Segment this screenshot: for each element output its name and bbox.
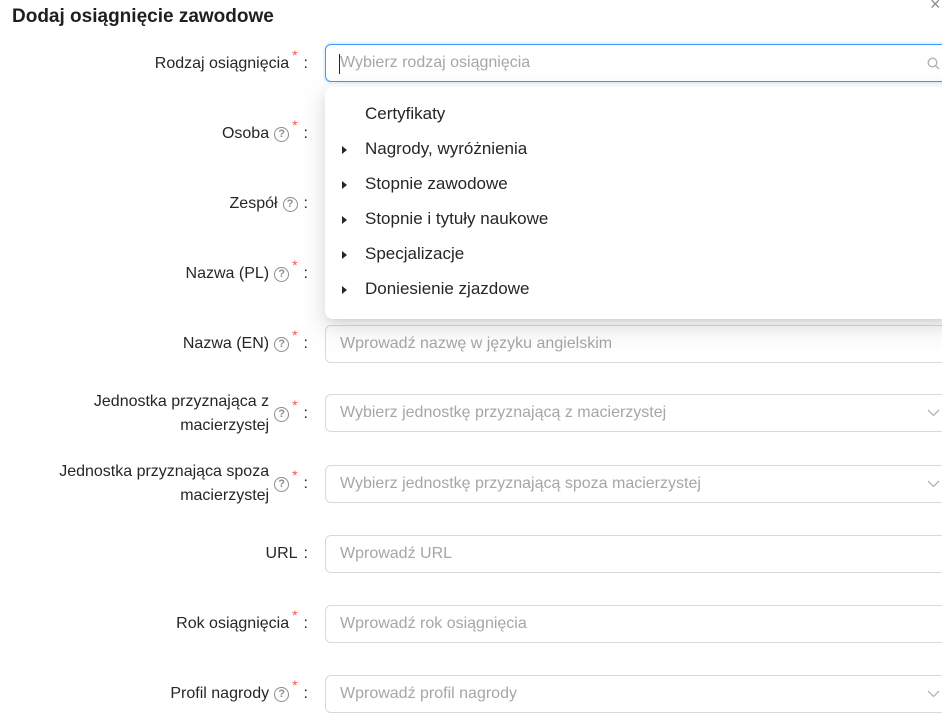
tree-option-label: Specjalizacje <box>365 244 465 263</box>
name-en-input[interactable] <box>326 334 902 354</box>
help-icon[interactable]: ? <box>274 686 290 702</box>
url-field[interactable] <box>325 535 942 573</box>
help-icon[interactable]: ? <box>274 266 290 282</box>
caret-right-icon[interactable] <box>342 146 347 154</box>
award-profile-select[interactable] <box>325 675 942 713</box>
tree-option-nagrody[interactable]: Nagrody, wyróżnienia <box>325 132 942 166</box>
field-label-text: Jednostka przyznająca spoza macierzystej <box>59 460 269 508</box>
tree-option-doniesienie[interactable]: Doniesienie zjazdowe <box>325 272 942 306</box>
field-label-line2: macierzystej <box>180 417 270 434</box>
field-label-text: Nazwa (PL) <box>185 265 270 282</box>
caret-right-icon[interactable] <box>342 181 347 189</box>
label-colon: : <box>303 475 308 492</box>
label-colon: : <box>303 405 308 422</box>
label-colon: : <box>303 265 308 282</box>
url-input[interactable] <box>326 544 902 564</box>
awarding-unit-internal-select[interactable] <box>325 394 942 432</box>
tree-option-label: Stopnie i tytuły naukowe <box>365 209 549 228</box>
field-label: Osoba ? * : <box>0 114 308 154</box>
label-colon: : <box>303 615 308 632</box>
dialog-title: Dodaj osiągnięcie zawodowe <box>12 6 274 27</box>
achievement-type-dropdown: Certyfikaty Nagrody, wyróżnienia Stopnie… <box>325 87 942 319</box>
field-label: Rok osiągnięcia * : <box>0 604 308 644</box>
chevron-down-icon <box>924 685 942 703</box>
help-icon[interactable]: ? <box>274 476 290 492</box>
form-row-nazwa-en: Nazwa (EN) ? * : <box>0 324 942 364</box>
form-row-rodzaj: Rodzaj osiągnięcia * : <box>0 44 942 84</box>
label-colon: : <box>303 195 308 212</box>
name-en-field[interactable] <box>325 325 942 363</box>
field-label-text: Profil nagrody <box>170 685 270 702</box>
help-icon[interactable]: ? <box>274 126 290 142</box>
field-label: Nazwa (EN) ? * : <box>0 324 308 364</box>
tree-option-stopnie-tytuly[interactable]: Stopnie i tytuły naukowe <box>325 202 942 236</box>
field-label-text: Nazwa (EN) <box>182 335 270 352</box>
required-mark: * <box>292 467 298 483</box>
field-label-text: Osoba <box>221 125 270 142</box>
field-label: URL : <box>0 534 308 574</box>
tree-option-specjalizacje[interactable]: Specjalizacje <box>325 237 942 271</box>
awarding-unit-external-input[interactable] <box>326 474 902 494</box>
field-label: Zespół ? : <box>0 184 308 224</box>
required-mark: * <box>292 397 298 413</box>
form-row-profil: Profil nagrody ? * : <box>0 674 942 714</box>
tree-option-label: Certyfikaty <box>365 104 446 123</box>
field-label: Jednostka przyznająca z macierzystej ? *… <box>0 393 308 434</box>
field-label: Rodzaj osiągnięcia * : <box>0 44 308 84</box>
form-row-url: URL : <box>0 534 942 574</box>
help-icon[interactable]: ? <box>274 406 290 422</box>
year-input[interactable] <box>326 614 902 634</box>
text-caret <box>339 54 340 74</box>
field-label: Nazwa (PL) ? * : <box>0 254 308 294</box>
achievement-type-select[interactable] <box>325 44 942 82</box>
field-label-line1: Jednostka przyznająca spoza <box>59 463 270 480</box>
help-icon[interactable]: ? <box>282 196 298 212</box>
help-icon[interactable]: ? <box>274 336 290 352</box>
chevron-down-icon <box>924 404 942 422</box>
caret-right-icon[interactable] <box>342 286 347 294</box>
field-label-text: Rodzaj osiągnięcia <box>154 55 290 72</box>
label-colon: : <box>303 545 308 562</box>
tree-option-stopnie-zawodowe[interactable]: Stopnie zawodowe <box>325 167 942 201</box>
awarding-unit-internal-input[interactable] <box>326 403 902 423</box>
required-mark: * <box>292 677 298 693</box>
tree-option-certyfikaty[interactable]: Certyfikaty <box>325 97 942 131</box>
close-icon[interactable]: × <box>930 0 941 15</box>
form-row-jednostka-spoza: Jednostka przyznająca spoza macierzystej… <box>0 463 942 504</box>
field-label-text: Rok osiągnięcia <box>176 615 290 632</box>
label-colon: : <box>303 335 308 352</box>
label-colon: : <box>303 55 308 72</box>
required-mark: * <box>292 607 298 623</box>
achievement-type-search-input[interactable] <box>326 53 902 73</box>
field-label-text: Zespół <box>229 195 278 212</box>
tree-option-label: Nagrody, wyróżnienia <box>365 139 528 158</box>
award-profile-input[interactable] <box>326 684 902 704</box>
required-mark: * <box>292 327 298 343</box>
caret-right-icon[interactable] <box>342 216 347 224</box>
field-label: Jednostka przyznająca spoza macierzystej… <box>0 463 308 504</box>
awarding-unit-external-select[interactable] <box>325 465 942 503</box>
search-icon <box>924 54 942 72</box>
label-colon: : <box>303 685 308 702</box>
form-row-jednostka-z: Jednostka przyznająca z macierzystej ? *… <box>0 393 942 434</box>
required-mark: * <box>292 257 298 273</box>
caret-right-icon[interactable] <box>342 251 347 259</box>
field-label-line1: Jednostka przyznająca z <box>93 393 270 410</box>
field-label-text: URL <box>265 545 298 562</box>
chevron-down-icon <box>924 475 942 493</box>
tree-option-label: Doniesienie zjazdowe <box>365 279 530 298</box>
field-label: Profil nagrody ? * : <box>0 674 308 714</box>
year-field[interactable] <box>325 605 942 643</box>
tree-option-label: Stopnie zawodowe <box>365 174 508 193</box>
field-label-text: Jednostka przyznająca z macierzystej <box>94 390 269 438</box>
form-row-rok: Rok osiągnięcia * : <box>0 604 942 644</box>
required-mark: * <box>292 47 298 63</box>
label-colon: : <box>303 125 308 142</box>
field-label-line2: macierzystej <box>180 487 270 504</box>
required-mark: * <box>292 117 298 133</box>
